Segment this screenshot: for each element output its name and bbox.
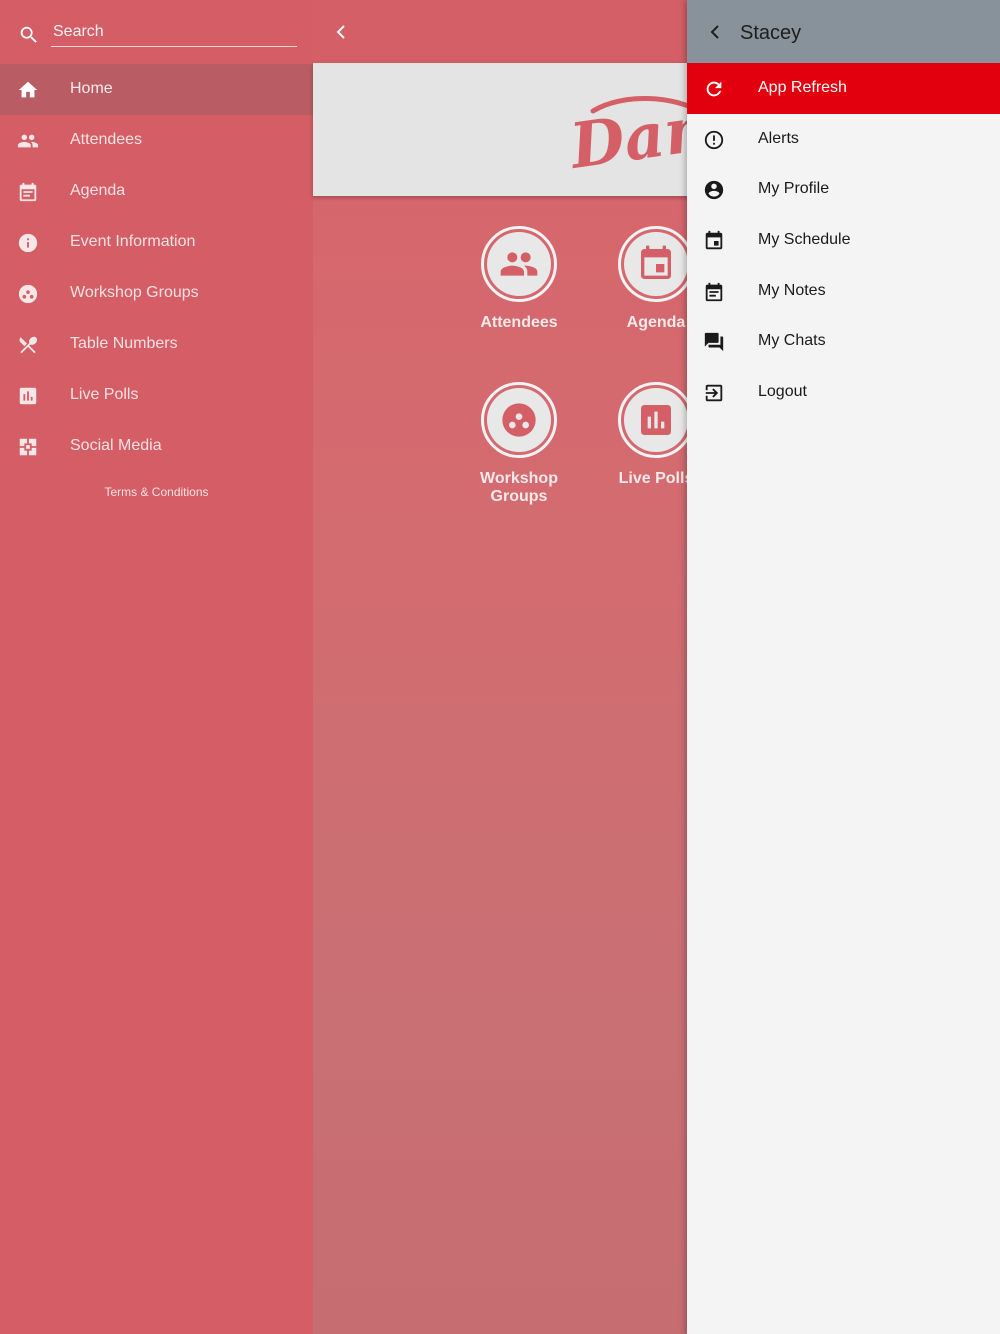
tile-live-polls-circle <box>618 382 694 458</box>
profile-icon <box>704 181 724 200</box>
chat-icon <box>704 333 724 352</box>
sidebar-item-home[interactable]: Home <box>0 64 313 115</box>
sidebar-item-label: Workshop Groups <box>70 284 199 301</box>
sidebar-item-label: Home <box>70 80 113 97</box>
menu-item-my-schedule[interactable]: My Schedule <box>687 215 1000 266</box>
terms-link[interactable]: Terms & Conditions <box>0 485 313 499</box>
menu-item-app-refresh[interactable]: App Refresh <box>687 63 1000 114</box>
menu-item-label: My Schedule <box>758 231 851 249</box>
tile-agenda-circle <box>618 226 694 302</box>
menu-item-logout[interactable]: Logout <box>687 367 1000 418</box>
schedule-icon <box>705 230 723 250</box>
groups-icon <box>502 403 536 437</box>
sidebar-item-label: Event Information <box>70 233 196 250</box>
drawer-title: Stacey <box>740 22 802 44</box>
menu-item-my-notes[interactable]: My Notes <box>687 266 1000 317</box>
calendar-icon <box>19 182 37 202</box>
poll-icon <box>19 387 37 405</box>
logout-icon <box>705 384 723 402</box>
sidebar-item-label: Agenda <box>70 182 126 199</box>
chevron-left-icon[interactable] <box>331 20 351 44</box>
sidebar-item-agenda[interactable]: Agenda <box>0 166 313 217</box>
tile-workshop-groups[interactable]: Workshop Groups <box>459 382 579 506</box>
search-icon[interactable] <box>18 24 40 46</box>
refresh-icon <box>706 81 722 97</box>
menu-item-alerts[interactable]: Alerts <box>687 114 1000 165</box>
sidebar-item-workshop-groups[interactable]: Workshop Groups <box>0 268 313 319</box>
menu-item-my-chats[interactable]: My Chats <box>687 316 1000 367</box>
groups-icon <box>18 284 38 304</box>
menu-item-label: Logout <box>758 383 807 401</box>
user-drawer: Stacey App Refresh Alerts My Profile My … <box>687 0 1000 1334</box>
tile-workshop-groups-circle <box>481 382 557 458</box>
sidebar-item-label: Live Polls <box>70 386 139 403</box>
menu-item-label: My Notes <box>758 281 826 299</box>
sidebar-nav: Home Attendees Agenda Event Information … <box>0 64 313 472</box>
menu-item-label: Alerts <box>758 129 799 147</box>
left-sidebar: Home Attendees Agenda Event Information … <box>0 0 313 1334</box>
cutlery-icon <box>19 336 38 354</box>
notes-icon <box>705 282 723 301</box>
sidebar-item-table-numbers[interactable]: Table Numbers <box>0 319 313 370</box>
sidebar-item-label: Table Numbers <box>70 335 178 352</box>
home-icon <box>18 81 38 98</box>
alert-icon <box>704 130 724 149</box>
chevron-left-icon[interactable] <box>707 22 723 42</box>
sidebar-item-label: Attendees <box>70 131 143 148</box>
tile-label: Workshop Groups <box>480 470 558 505</box>
search-bar <box>0 0 313 64</box>
tile-attendees[interactable]: Attendees <box>459 226 579 332</box>
menu-item-label: My Profile <box>758 180 830 198</box>
menu-item-label: My Chats <box>758 332 826 350</box>
menu-item-my-profile[interactable]: My Profile <box>687 164 1000 215</box>
sidebar-item-live-polls[interactable]: Live Polls <box>0 370 313 421</box>
sidebar-item-social-media[interactable]: Social Media <box>0 421 313 472</box>
search-input[interactable] <box>51 18 297 47</box>
tile-attendees-circle <box>481 226 557 302</box>
poll-icon <box>641 405 671 435</box>
drawer-header: Stacey <box>687 0 1000 63</box>
people-icon <box>500 252 538 276</box>
people-icon <box>17 134 39 148</box>
info-icon <box>18 233 38 253</box>
menu-item-label: App Refresh <box>758 79 847 96</box>
sidebar-item-event-information[interactable]: Event Information <box>0 217 313 268</box>
sidebar-item-attendees[interactable]: Attendees <box>0 115 313 166</box>
tile-label: Attendees <box>480 314 558 331</box>
social-icon <box>19 438 37 456</box>
calendar-icon <box>641 245 671 279</box>
drawer-menu: App Refresh Alerts My Profile My Schedul… <box>687 63 1000 418</box>
sidebar-item-label: Social Media <box>70 437 162 454</box>
